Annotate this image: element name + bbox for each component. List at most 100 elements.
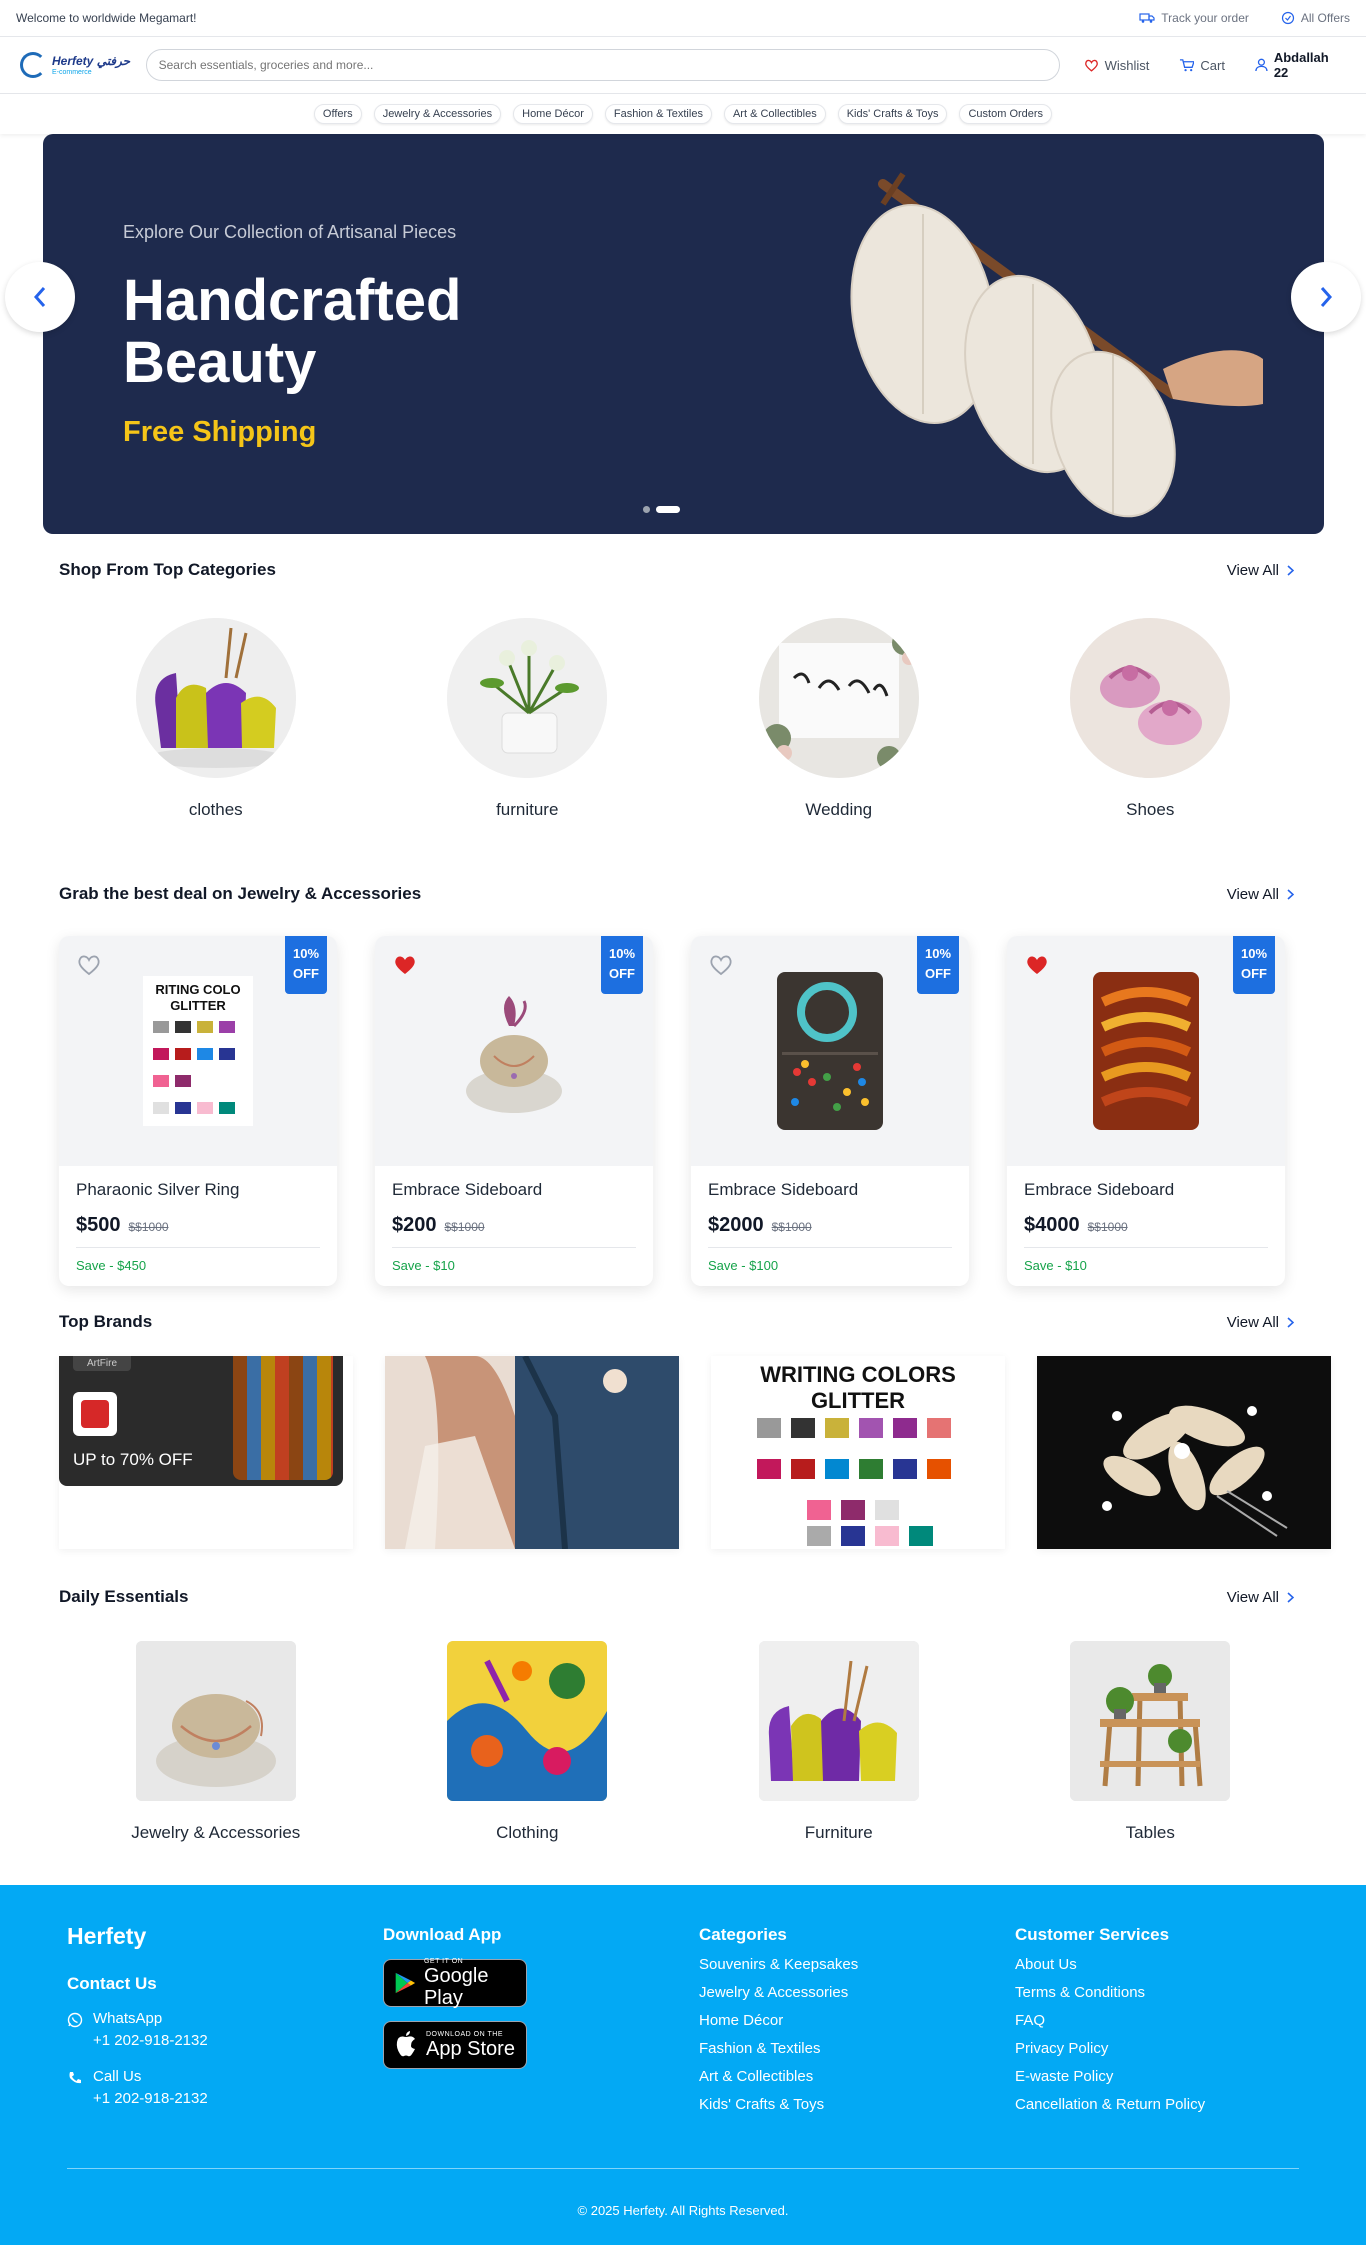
carousel-dots [643,506,680,513]
brand-logo-icon [73,1392,117,1436]
carousel-dot-active[interactable] [656,506,680,513]
essentials-list: Jewelry & Accessories Clothing Furniture… [0,1641,1366,1843]
heart-outline-icon[interactable] [77,954,101,976]
product-card[interactable]: 10% OFF Embrace Sideboard $200 $$1000 Sav… [375,936,653,1286]
nav-item-custom-orders[interactable]: Custom Orders [959,104,1053,124]
product-savings: Save - $10 [392,1258,455,1273]
wedding-sign-image [758,618,919,778]
category-card-furniture[interactable]: furniture [372,618,684,820]
footer-link-terms[interactable]: Terms & Conditions [1015,1984,1205,2001]
footer-link-art[interactable]: Art & Collectibles [699,2068,858,2085]
product-price: $4000 [1024,1214,1080,1236]
product-card[interactable]: 10% OFF Embrace Sideboard $4000 $$1000 Sa… [1007,936,1285,1286]
user-account-link[interactable]: Abdallah 22 [1255,50,1346,80]
contact-title: Contact Us [67,1974,157,1993]
whatsapp-number: +1 202-918-2132 [93,2032,208,2049]
search-input[interactable] [145,49,1060,81]
main-header: Herfety حرفتي E-commerce Wishlist Cart A… [0,37,1366,94]
site-logo[interactable]: Herfety حرفتي E-commerce [20,52,132,78]
footer-link-kids[interactable]: Kids' Crafts & Toys [699,2096,858,2113]
discount-badge: 10% OFF [917,936,959,994]
product-card[interactable]: 10% OFF RITING COLO GLITTER Pharaonic Silv… [59,936,337,1286]
glitter-colors-chart-image: WRITING COLORSGLITTER [711,1356,1005,1549]
footer-link-cancellation[interactable]: Cancellation & Return Policy [1015,2096,1205,2113]
brand-card-artfire[interactable]: ArtFire UP to 70% OFF [59,1356,353,1549]
footer-link-home-decor[interactable]: Home Décor [699,2012,858,2029]
track-order-link[interactable]: Track your order [1139,11,1249,25]
footer-divider [67,2168,1299,2169]
cart-link[interactable]: Cart [1179,58,1225,73]
brands-view-all[interactable]: View All [1227,1314,1294,1331]
heart-filled-icon[interactable] [393,954,417,976]
vases-image [758,1641,919,1801]
footer-link-souvenirs[interactable]: Souvenirs & Keepsakes [699,1956,858,1973]
copyright-text: © 2025 Herfety. All Rights Reserved. [577,2203,789,2218]
whatsapp-contact[interactable]: WhatsApp +1 202-918-2132 [67,2008,208,2052]
footer-link-faq[interactable]: FAQ [1015,2012,1205,2029]
essential-label: Furniture [804,1823,873,1842]
welcome-text: Welcome to worldwide Megamart! [16,11,197,25]
heart-outline-icon[interactable] [709,954,733,976]
header-actions: Wishlist Cart Abdallah 22 [1084,50,1346,80]
product-savings: Save - $10 [1024,1258,1087,1273]
stone-jewelry-image [466,996,562,1113]
whatsapp-label: WhatsApp [93,2010,163,2027]
category-card-clothes[interactable]: clothes [60,618,372,820]
product-price: $200 [392,1214,437,1236]
apple-icon [396,2031,415,2057]
call-contact[interactable]: Call Us +1 202-918-2132 [67,2066,208,2110]
hero-subtitle: Explore Our Collection of Artisanal Piec… [123,222,457,242]
wishlist-link[interactable]: Wishlist [1084,58,1149,73]
call-number: +1 202-918-2132 [93,2090,208,2107]
deals-title: Grab the best deal on Jewelry & Accessor… [59,884,422,903]
essentials-view-all[interactable]: View All [1227,1589,1294,1606]
brand-card-wedding[interactable] [385,1356,679,1549]
chevron-right-icon [1287,1591,1294,1603]
product-savings: Save - $100 [708,1258,779,1273]
deals-view-all[interactable]: View All [1227,886,1294,903]
product-card[interactable]: 10% OFF Embrace Sideboard $2000 $$1000 Sa… [691,936,969,1286]
nav-item-kids[interactable]: Kids' Crafts & Toys [837,104,948,124]
carousel-prev-button[interactable] [5,262,75,332]
nav-item-fashion[interactable]: Fashion & Textiles [604,104,712,124]
brand-tag: ArtFire [73,1356,131,1371]
svg-text:WRITING COLORS: WRITING COLORS [760,1362,956,1387]
carousel-next-button[interactable] [1291,262,1361,332]
call-label: Call Us [93,2068,142,2085]
nav-item-offers[interactable]: Offers [313,104,362,124]
category-card-shoes[interactable]: Shoes [995,618,1307,820]
footer-link-ewaste[interactable]: E-waste Policy [1015,2068,1205,2085]
essential-card-tables[interactable]: Tables [995,1641,1307,1843]
essential-card-clothing[interactable]: Clothing [372,1641,684,1843]
footer-link-fashion[interactable]: Fashion & Textiles [699,2040,858,2057]
nav-item-art[interactable]: Art & Collectibles [723,104,826,124]
nav-item-jewelry[interactable]: Jewelry & Accessories [373,104,502,124]
all-offers-link[interactable]: All Offers [1281,11,1350,25]
essential-label: Clothing [496,1823,559,1842]
deals-section: Grab the best deal on Jewelry & Accessor… [0,884,1366,1286]
nav-item-home-decor[interactable]: Home Décor [513,104,593,124]
app-store-button[interactable]: DOWNLOAD ON THE App Store [383,2021,527,2069]
brand-card-glitter[interactable]: WRITING COLORS GLITTER [711,1356,1005,1549]
cart-icon [1180,59,1195,72]
footer-link-jewelry[interactable]: Jewelry & Accessories [699,1984,858,2001]
footer-link-about[interactable]: About Us [1015,1956,1205,1973]
footer-link-privacy[interactable]: Privacy Policy [1015,2040,1205,2057]
essential-card-jewelry[interactable]: Jewelry & Accessories [60,1641,372,1843]
product-old-price: $$1000 [1087,1220,1128,1234]
top-categories-view-all[interactable]: View All [1227,562,1294,579]
essential-card-furniture[interactable]: Furniture [683,1641,995,1843]
heart-filled-icon[interactable] [1025,954,1049,976]
google-play-button[interactable]: GET IT ON Google Play [383,1958,527,2009]
essentials-title: Daily Essentials [59,1587,189,1606]
logo-swirl-icon [20,52,46,78]
hero-banner[interactable]: Explore Our Collection of Artisanal Piec… [43,134,1324,534]
category-card-wedding[interactable]: Wedding [683,618,995,820]
top-categories-title: Shop From Top Categories [59,560,276,579]
svg-text:GLITTER: GLITTER [170,998,226,1013]
carousel-dot[interactable] [643,506,650,513]
footer-contact-column: Herfety Contact Us WhatsApp +1 202-918-21… [67,1923,208,2110]
product-old-price: $$1000 [444,1220,485,1234]
brand-card-hair-comb[interactable] [1037,1356,1331,1549]
cart-label: Cart [1200,57,1225,73]
